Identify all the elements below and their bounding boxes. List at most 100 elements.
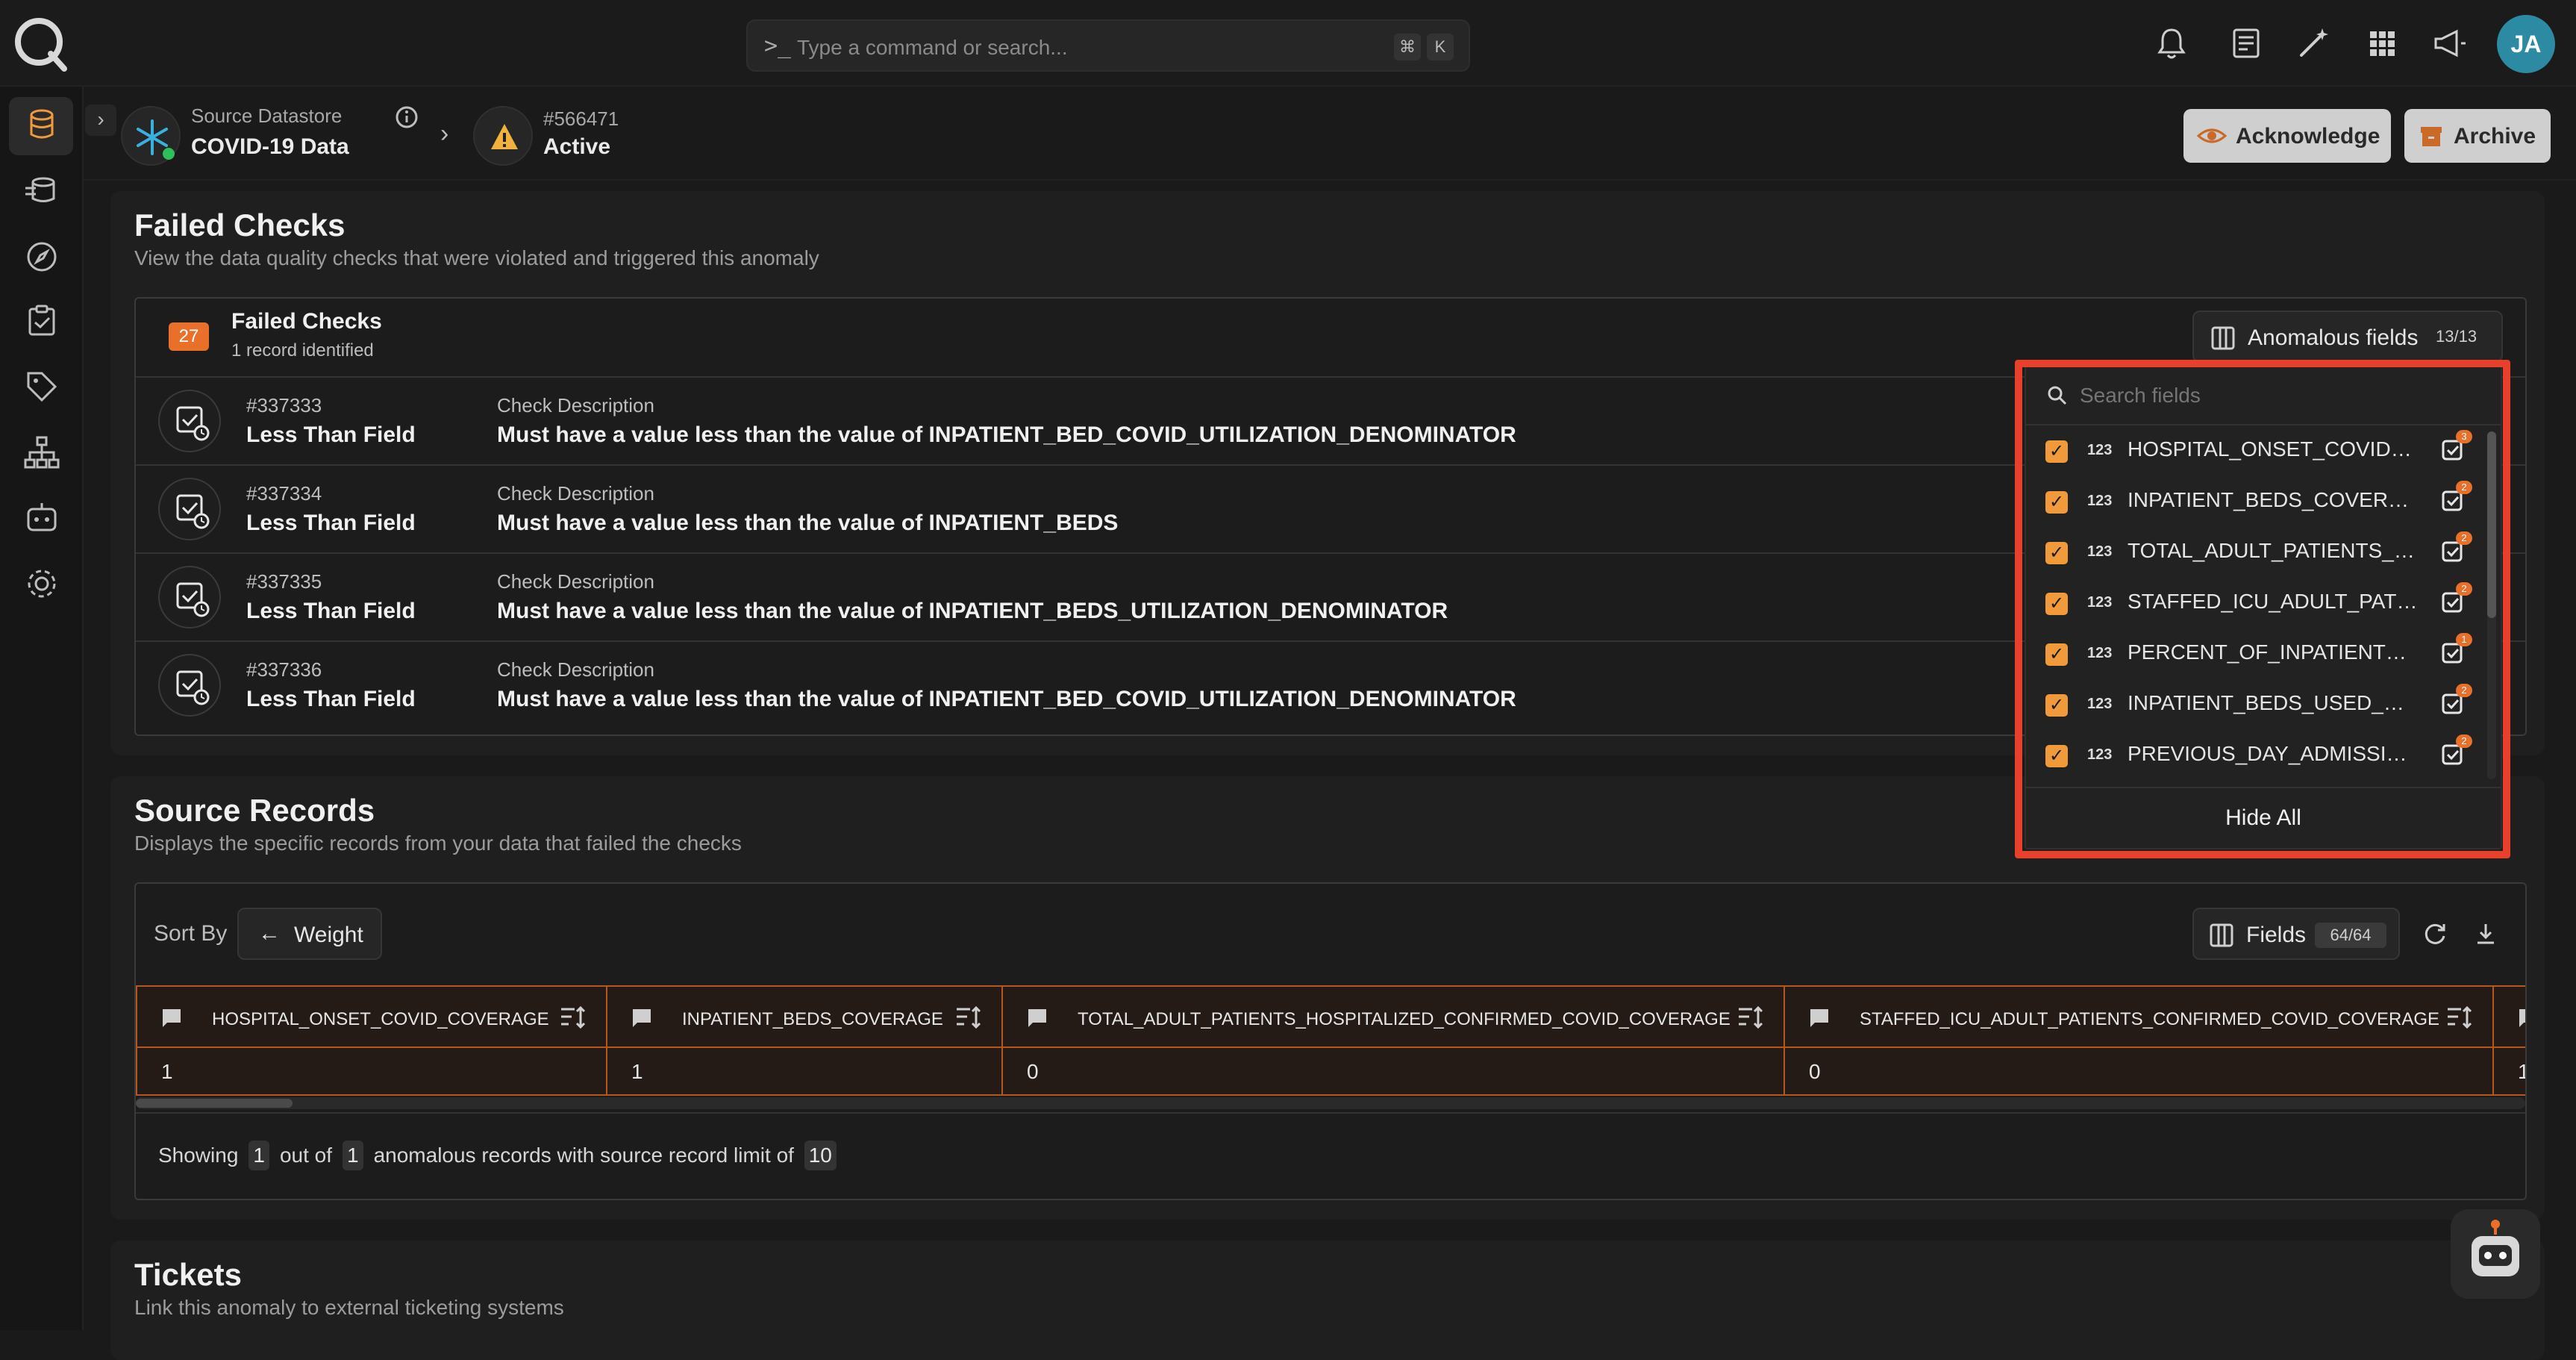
check-description: Must have a value less than the value of… — [497, 422, 1516, 447]
tag-icon[interactable] — [21, 366, 63, 408]
check-id: #337334 — [246, 482, 322, 505]
info-icon[interactable] — [394, 105, 419, 130]
archive-label: Archive — [2454, 124, 2536, 149]
check-row[interactable]: #337334 Less Than Field Check Descriptio… — [136, 466, 2016, 552]
check-clock-icon — [158, 566, 221, 628]
check-row[interactable]: #337333 Less Than Field Check Descriptio… — [136, 378, 2016, 464]
download-icon[interactable] — [2472, 920, 2500, 948]
check-description-label: Check Description — [497, 394, 654, 417]
tickets-subtitle: Link this anomaly to external ticketing … — [134, 1296, 564, 1319]
grid-column[interactable]: 1 — [2492, 985, 2525, 1096]
grid-cell-value: 1 — [161, 1060, 173, 1083]
sort-icon[interactable] — [560, 1005, 588, 1030]
sort-icon[interactable] — [955, 1005, 984, 1030]
sort-icon[interactable] — [1737, 1005, 1766, 1030]
anomalous-fields-button[interactable]: Anomalous fields 13/13 — [2192, 311, 2503, 363]
grid-divider — [1003, 1046, 1783, 1048]
grid-divider — [1785, 1046, 2492, 1048]
shortcut-k-key: K — [1427, 34, 1454, 60]
archive-icon — [2421, 127, 2442, 146]
source-records-title: Source Records — [134, 793, 375, 828]
datastore-icon[interactable] — [21, 105, 63, 146]
apps-grid-icon[interactable] — [2363, 24, 2401, 63]
columns-icon — [2211, 326, 2235, 350]
sort-value: Weight — [294, 923, 363, 947]
footer-showing-text: Showing — [158, 1144, 239, 1167]
column-header: TOTAL_ADULT_PATIENTS_HOSPITALIZED_CONFIR… — [1078, 1009, 1731, 1029]
footer-limit-value: 10 — [804, 1141, 837, 1170]
robot-icon[interactable] — [21, 497, 63, 539]
records-footer: Showing 1 out of 1 anomalous records wit… — [158, 1141, 841, 1170]
hierarchy-icon[interactable] — [21, 431, 63, 473]
failed-checks-box-title: Failed Checks — [231, 309, 382, 334]
sort-icon[interactable] — [2446, 1005, 2475, 1030]
horizontal-scrollbar-thumb[interactable] — [136, 1099, 293, 1108]
acknowledge-button[interactable]: Acknowledge — [2183, 109, 2391, 163]
sidebar-expand-button[interactable]: › — [85, 105, 116, 136]
sort-by-select[interactable]: ← Weight — [237, 908, 382, 960]
user-avatar[interactable]: JA — [2497, 15, 2555, 73]
comment-icon — [1028, 1009, 1046, 1027]
anomalous-fields-count: 13/13 — [2436, 327, 2477, 346]
refresh-icon[interactable] — [2421, 920, 2449, 948]
grid-cell-value: 0 — [1027, 1060, 1039, 1083]
columns-icon — [2210, 923, 2233, 947]
records-grid: HOSPITAL_ONSET_COVID_COVERAGE 1 INPATIEN… — [136, 985, 2525, 1096]
check-description-label: Check Description — [497, 570, 654, 593]
comment-icon — [633, 1009, 651, 1027]
check-row[interactable]: #337336 Less Than Field Check Descriptio… — [136, 642, 2016, 729]
grid-column[interactable]: TOTAL_ADULT_PATIENTS_HOSPITALIZED_CONFIR… — [1001, 985, 1785, 1096]
app-logo-icon[interactable] — [12, 15, 69, 72]
grid-cell-value: 0 — [1809, 1060, 1821, 1083]
check-description: Must have a value less than the value of… — [497, 687, 1516, 711]
footer-shown-count: 1 — [248, 1141, 270, 1170]
check-row[interactable]: #337335 Less Than Field Check Descriptio… — [136, 554, 2016, 640]
check-clock-icon — [158, 478, 221, 540]
datastore-name[interactable]: COVID-19 Data — [191, 134, 349, 160]
assistant-robot-button[interactable] — [2451, 1209, 2540, 1299]
checklist-icon[interactable] — [21, 300, 63, 342]
comment-icon — [163, 1009, 181, 1027]
gear-icon[interactable] — [21, 563, 63, 605]
failed-checks-count-badge: 27 — [169, 322, 209, 351]
acknowledge-label: Acknowledge — [2236, 124, 2380, 149]
footer-total-count: 1 — [342, 1141, 363, 1170]
snowflake-datastore-icon — [121, 106, 181, 166]
check-name: Less Than Field — [246, 422, 416, 447]
command-search-placeholder: Type a command or search... — [797, 36, 1068, 59]
archive-button[interactable]: Archive — [2404, 109, 2551, 163]
containers-icon[interactable] — [21, 170, 63, 212]
grid-cell-value: 1 — [631, 1060, 643, 1083]
terminal-icon: >_ — [764, 33, 792, 59]
notes-icon[interactable] — [2227, 24, 2266, 63]
check-name: Less Than Field — [246, 687, 416, 711]
check-id: #337336 — [246, 658, 322, 681]
compass-icon[interactable] — [21, 236, 63, 278]
grid-column[interactable]: INPATIENT_BEDS_COVERAGE 1 — [606, 985, 1003, 1096]
grid-column[interactable]: STAFFED_ICU_ADULT_PATIENTS_CONFIRMED_COV… — [1783, 985, 2494, 1096]
check-clock-icon — [158, 390, 221, 452]
command-search-input[interactable]: >_ Type a command or search... ⌘ K — [746, 19, 1470, 72]
check-id: #337335 — [246, 570, 322, 593]
megaphone-icon[interactable] — [2430, 24, 2469, 63]
anomalous-fields-label: Anomalous fields — [2248, 325, 2419, 350]
breadcrumb-chevron-icon: › — [440, 119, 449, 148]
check-name: Less Than Field — [246, 511, 416, 535]
source-records-subtitle: Displays the specific records from your … — [134, 832, 742, 855]
magic-wand-icon[interactable] — [2294, 24, 2333, 63]
comment-icon — [1810, 1009, 1828, 1027]
dropdown-highlight-frame — [2015, 360, 2510, 858]
row-divider — [136, 1112, 2525, 1114]
grid-divider — [607, 1046, 1001, 1048]
horizontal-scrollbar-track[interactable] — [136, 1097, 2525, 1109]
eye-icon — [2197, 128, 2227, 143]
shortcut-mod-key: ⌘ — [1394, 34, 1421, 60]
records-identified: 1 record identified — [231, 340, 374, 361]
fields-button[interactable]: Fields 64/64 — [2192, 908, 2400, 960]
bell-icon[interactable] — [2152, 24, 2191, 63]
check-description-label: Check Description — [497, 482, 654, 505]
robot-icon — [2472, 1220, 2519, 1276]
comment-icon — [2519, 1009, 2525, 1027]
grid-column[interactable]: HOSPITAL_ONSET_COVID_COVERAGE 1 — [136, 985, 607, 1096]
check-description: Must have a value less than the value of… — [497, 599, 1448, 623]
